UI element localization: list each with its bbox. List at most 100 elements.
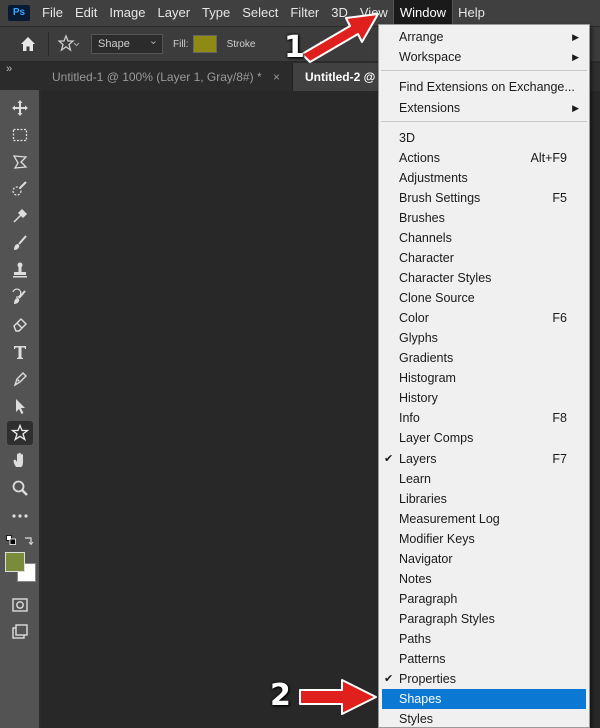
menu-item-history[interactable]: History bbox=[379, 388, 589, 408]
menu-edit[interactable]: Edit bbox=[69, 0, 103, 26]
close-tab-icon[interactable]: × bbox=[273, 70, 280, 84]
stroke-size-unit[interactable]: px bbox=[319, 39, 330, 50]
menu-item-actions[interactable]: Actions Alt+F9 bbox=[379, 148, 589, 168]
menu-item-brushes[interactable]: Brushes bbox=[379, 208, 589, 228]
move-icon[interactable] bbox=[7, 96, 33, 120]
menu-file[interactable]: File bbox=[36, 0, 69, 26]
hand-icon[interactable] bbox=[7, 448, 33, 472]
menu-type[interactable]: Type bbox=[196, 0, 236, 26]
menu-separator bbox=[381, 70, 587, 71]
menu-item-clone-source[interactable]: Clone Source bbox=[379, 288, 589, 308]
menu-item-color[interactable]: Color F6 bbox=[379, 308, 589, 328]
menu-item-extensions[interactable]: Extensions ▶ bbox=[379, 98, 589, 118]
swap-colors-icon[interactable] bbox=[24, 534, 34, 546]
menu-item-label: Styles bbox=[399, 712, 434, 726]
menu-item-notes[interactable]: Notes bbox=[379, 569, 589, 589]
menu-item-paragraph-styles[interactable]: Paragraph Styles bbox=[379, 609, 589, 629]
shortcut-label: Alt+F9 bbox=[530, 151, 567, 165]
menu-item-label: Modifier Keys bbox=[399, 532, 475, 546]
menu-item-label: Measurement Log bbox=[399, 512, 500, 526]
menu-item-label: Gradients bbox=[399, 351, 454, 365]
fill-color-swatch[interactable] bbox=[192, 35, 217, 53]
tab-untitled-2[interactable]: Untitled-2 @ bbox=[292, 63, 389, 91]
tool-preset-icon[interactable] bbox=[55, 30, 83, 58]
shape-mode-select[interactable]: Shape bbox=[91, 32, 163, 54]
menu-item-label: Layer Comps bbox=[399, 431, 474, 445]
menu-item-workspace[interactable]: Workspace ▶ bbox=[379, 47, 589, 67]
path-select-icon[interactable] bbox=[7, 394, 33, 418]
eyedropper-icon[interactable] bbox=[7, 204, 33, 228]
menu-select[interactable]: Select bbox=[236, 0, 284, 26]
menu-item-character[interactable]: Character bbox=[379, 248, 589, 268]
menu-item-brush-settings[interactable]: Brush Settings F5 bbox=[379, 188, 589, 208]
menu-item-properties[interactable]: ✔ Properties bbox=[379, 669, 589, 689]
menu-item-label: Shapes bbox=[399, 692, 442, 706]
stamp-icon[interactable] bbox=[7, 258, 33, 282]
history-brush-icon[interactable] bbox=[7, 285, 33, 309]
tab-untitled-1[interactable]: Untitled-1 @ 100% (Layer 1, Gray/8#) * × bbox=[40, 63, 293, 91]
type-icon[interactable] bbox=[7, 340, 33, 364]
menu-item-paths[interactable]: Paths bbox=[379, 629, 589, 649]
more-icon[interactable] bbox=[7, 504, 33, 528]
lasso-icon[interactable] bbox=[7, 150, 33, 174]
zoom-icon[interactable] bbox=[7, 476, 33, 500]
menu-view[interactable]: View bbox=[354, 0, 394, 26]
menu-item-learn[interactable]: Learn bbox=[379, 469, 589, 489]
menu-item-styles[interactable]: Styles bbox=[379, 709, 589, 728]
checkmark-icon: ✔ bbox=[384, 453, 394, 465]
custom-shape-icon[interactable] bbox=[7, 421, 33, 445]
menu-item-label: Brush Settings bbox=[399, 191, 481, 205]
menu-image[interactable]: Image bbox=[103, 0, 151, 26]
menu-item-navigator[interactable]: Navigator bbox=[379, 549, 589, 569]
pen-icon[interactable] bbox=[7, 367, 33, 391]
menu-item-adjustments[interactable]: Adjustments bbox=[379, 168, 589, 188]
menu-window[interactable]: Window bbox=[392, 0, 454, 27]
menu-item-label: Properties bbox=[399, 672, 456, 686]
menu-help[interactable]: Help bbox=[452, 0, 491, 26]
brush-icon[interactable] bbox=[7, 231, 33, 255]
menu-item-label: Paragraph bbox=[399, 592, 458, 606]
menu-item-3d[interactable]: 3D bbox=[379, 128, 589, 148]
quick-mask-icon[interactable] bbox=[7, 593, 33, 617]
menu-item-info[interactable]: Info F8 bbox=[379, 408, 589, 428]
menu-item-label: 3D bbox=[399, 131, 415, 145]
marquee-icon[interactable] bbox=[7, 123, 33, 147]
menu-item-label: Workspace bbox=[399, 50, 462, 64]
menu-item-arrange[interactable]: Arrange ▶ bbox=[379, 27, 589, 47]
menu-item-paragraph[interactable]: Paragraph bbox=[379, 589, 589, 609]
tab-label: Untitled-1 @ 100% (Layer 1, Gray/8#) * bbox=[52, 70, 262, 84]
home-icon[interactable] bbox=[14, 30, 42, 58]
menu-item-channels[interactable]: Channels bbox=[379, 228, 589, 248]
menu-item-histogram[interactable]: Histogram bbox=[379, 368, 589, 388]
menu-item-layer-comps[interactable]: Layer Comps bbox=[379, 428, 589, 448]
menu-item-shapes[interactable]: Shapes bbox=[382, 689, 586, 709]
default-colors-icon[interactable] bbox=[6, 534, 16, 545]
menu-item-find-extensions[interactable]: Find Extensions on Exchange... bbox=[379, 77, 589, 97]
panel-collapse-icon[interactable]: » bbox=[6, 63, 12, 75]
menu-item-measurement-log[interactable]: Measurement Log bbox=[379, 509, 589, 529]
step-number-2: 2 bbox=[270, 678, 291, 713]
menu-layer[interactable]: Layer bbox=[152, 0, 197, 26]
menu-3d[interactable]: 3D bbox=[325, 0, 354, 26]
menu-item-label: History bbox=[399, 391, 438, 405]
shortcut-label: F5 bbox=[552, 191, 567, 205]
quick-select-icon[interactable] bbox=[7, 177, 33, 201]
foreground-color-swatch[interactable] bbox=[5, 552, 25, 572]
fill-label: Fill: bbox=[173, 38, 189, 50]
menu-item-label: Clone Source bbox=[399, 291, 475, 305]
menu-item-label: Paragraph Styles bbox=[399, 612, 495, 626]
menu-item-modifier-keys[interactable]: Modifier Keys bbox=[379, 529, 589, 549]
menu-item-label: Notes bbox=[399, 572, 432, 586]
menu-filter[interactable]: Filter bbox=[284, 0, 325, 26]
shortcut-label: F8 bbox=[552, 411, 567, 425]
menu-item-character-styles[interactable]: Character Styles bbox=[379, 268, 589, 288]
menu-item-gradients[interactable]: Gradients bbox=[379, 348, 589, 368]
eraser-icon[interactable] bbox=[7, 312, 33, 336]
menu-item-libraries[interactable]: Libraries bbox=[379, 489, 589, 509]
screen-mode-icon[interactable] bbox=[7, 620, 33, 644]
menu-item-label: Navigator bbox=[399, 552, 453, 566]
menu-item-label: Extensions bbox=[399, 101, 461, 115]
menu-item-patterns[interactable]: Patterns bbox=[379, 649, 589, 669]
menu-item-glyphs[interactable]: Glyphs bbox=[379, 328, 589, 348]
menu-item-layers[interactable]: ✔ Layers F7 bbox=[379, 449, 589, 469]
